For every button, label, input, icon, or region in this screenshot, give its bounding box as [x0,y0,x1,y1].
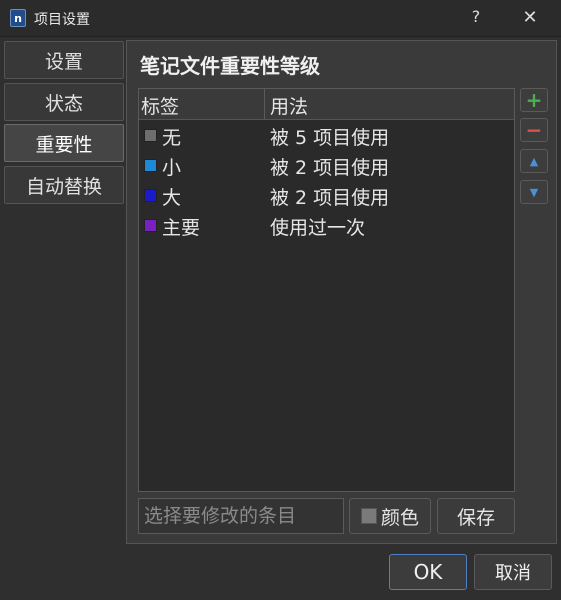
row-usage: 被 2 项目使用 [270,157,390,179]
column-header-usage[interactable]: 用法 [270,92,308,119]
chevron-up-icon: ▲ [529,154,539,168]
color-swatch [144,189,157,202]
plus-icon: + [525,88,543,112]
panel-title: 笔记文件重要性等级 [140,54,320,78]
window-title: 项目设置 [34,12,90,28]
color-swatch [144,219,157,232]
color-button-label: 颜色 [380,506,419,529]
cancel-button[interactable]: 取消 [474,554,552,590]
header-divider [264,89,265,120]
row-usage: 被 2 项目使用 [270,187,390,209]
row-usage: 使用过一次 [270,217,366,239]
ok-button[interactable]: OK [389,554,467,590]
row-usage: 被 5 项目使用 [270,127,390,149]
row-tag: 无 [162,127,182,149]
color-preview-icon [360,508,377,524]
remove-item-button[interactable]: − [520,118,548,142]
color-swatch [144,159,157,172]
column-header-tag[interactable]: 标签 [141,92,179,119]
tab-settings[interactable]: 设置 [4,41,124,79]
move-up-button[interactable]: ▲ [520,149,548,173]
color-button[interactable]: 颜色 [349,498,431,534]
selected-item-input[interactable] [138,498,344,534]
close-button[interactable]: ✕ [519,7,541,29]
help-button[interactable]: ? [466,7,486,29]
tab-status[interactable]: 状态 [4,83,124,121]
chevron-down-icon: ▼ [529,185,539,199]
save-button[interactable]: 保存 [437,498,515,534]
table-header [139,89,514,120]
title-bar: n 项目设置 ? ✕ [0,0,561,37]
tab-auto-replace[interactable]: 自动替换 [4,166,124,204]
minus-icon: − [525,118,543,142]
row-tag: 大 [162,187,182,209]
move-down-button[interactable]: ▼ [520,180,548,204]
app-icon: n [10,9,26,27]
add-item-button[interactable]: + [520,88,548,112]
tab-importance[interactable]: 重要性 [4,124,124,162]
close-icon: ✕ [522,7,538,28]
color-swatch [144,129,157,142]
row-tag: 小 [162,157,182,179]
row-tag: 主要 [162,217,201,239]
